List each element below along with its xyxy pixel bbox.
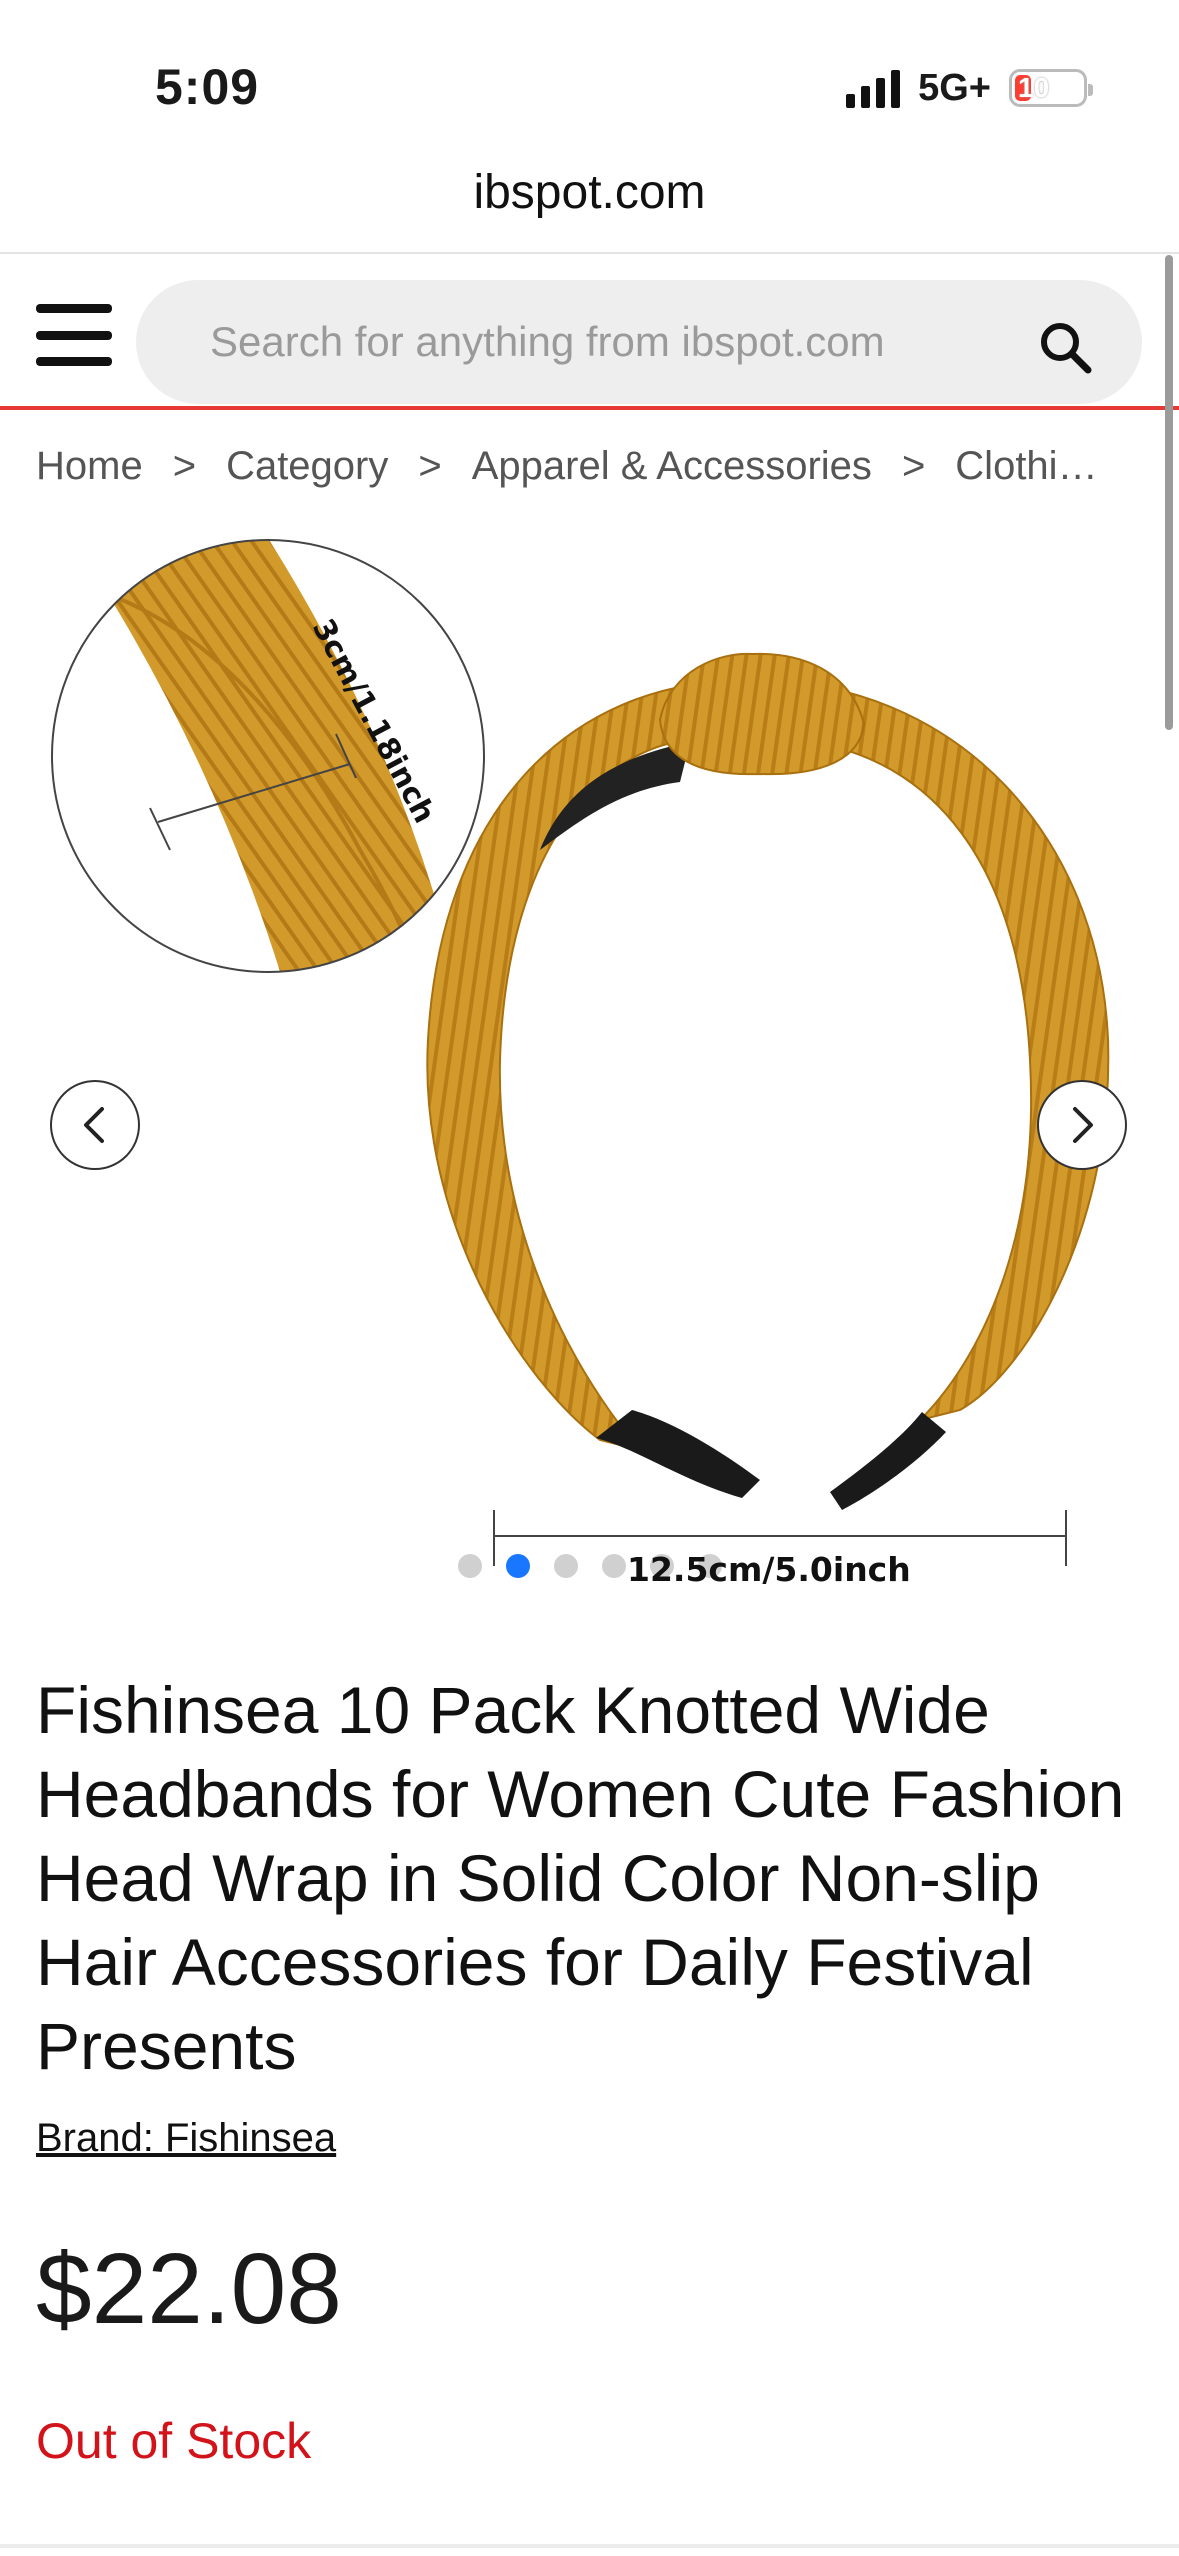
gallery-dot[interactable]: [458, 1554, 482, 1578]
site-header: [0, 254, 1179, 410]
product-gallery[interactable]: 3cm/1.18inch 12.5cm/5.0inch: [0, 520, 1179, 1610]
headband-graphic: [426, 652, 1110, 1510]
gallery-dot[interactable]: [506, 1554, 530, 1578]
divider: [0, 2544, 1179, 2548]
battery-icon: 10: [1009, 69, 1093, 107]
status-indicators: 5G+ 10: [846, 62, 1093, 114]
product-price: $22.08: [36, 2233, 342, 2345]
search-box[interactable]: [136, 280, 1142, 404]
cellular-signal-icon: [846, 68, 901, 108]
chevron-right-icon: [1073, 1107, 1093, 1143]
breadcrumb-home[interactable]: Home: [36, 444, 143, 489]
status-bar: 5:09 5G+ 10: [0, 0, 1179, 160]
browser-url[interactable]: ibspot.com: [0, 165, 1179, 220]
gallery-dot[interactable]: [554, 1554, 578, 1578]
product-image: 3cm/1.18inch: [51, 539, 1110, 1566]
dimension-label: 12.5cm/5.0inch: [627, 1550, 911, 1589]
brand-link[interactable]: Brand: Fishinsea: [36, 2116, 336, 2161]
gallery-next-button[interactable]: [1037, 1080, 1127, 1170]
breadcrumb-apparel[interactable]: Apparel & Accessories: [472, 444, 872, 489]
gallery-prev-button[interactable]: [50, 1080, 140, 1170]
network-type: 5G+: [918, 66, 991, 109]
breadcrumb-category[interactable]: Category: [226, 444, 388, 489]
breadcrumb-separator: >: [172, 444, 197, 488]
battery-level: 10: [1018, 72, 1050, 103]
zoom-inset: 3cm/1.18inch: [51, 539, 485, 973]
breadcrumb-separator: >: [418, 444, 442, 488]
search-input[interactable]: [136, 280, 1036, 404]
header-accent-rule: [0, 406, 1179, 410]
hamburger-menu-icon[interactable]: [36, 304, 112, 366]
product-title: Fishinsea 10 Pack Knotted Wide Headbands…: [36, 1673, 1125, 2083]
gallery-dot[interactable]: [602, 1554, 626, 1578]
chevron-left-icon: [84, 1107, 104, 1143]
breadcrumb: Home > Category > Apparel & Accessories …: [36, 444, 1146, 489]
stock-status: Out of Stock: [36, 2413, 312, 2469]
breadcrumb-separator: >: [901, 444, 926, 488]
breadcrumb-clothing[interactable]: Clothi…: [955, 444, 1097, 489]
status-time: 5:09: [155, 59, 260, 115]
search-icon[interactable]: [1038, 320, 1092, 374]
